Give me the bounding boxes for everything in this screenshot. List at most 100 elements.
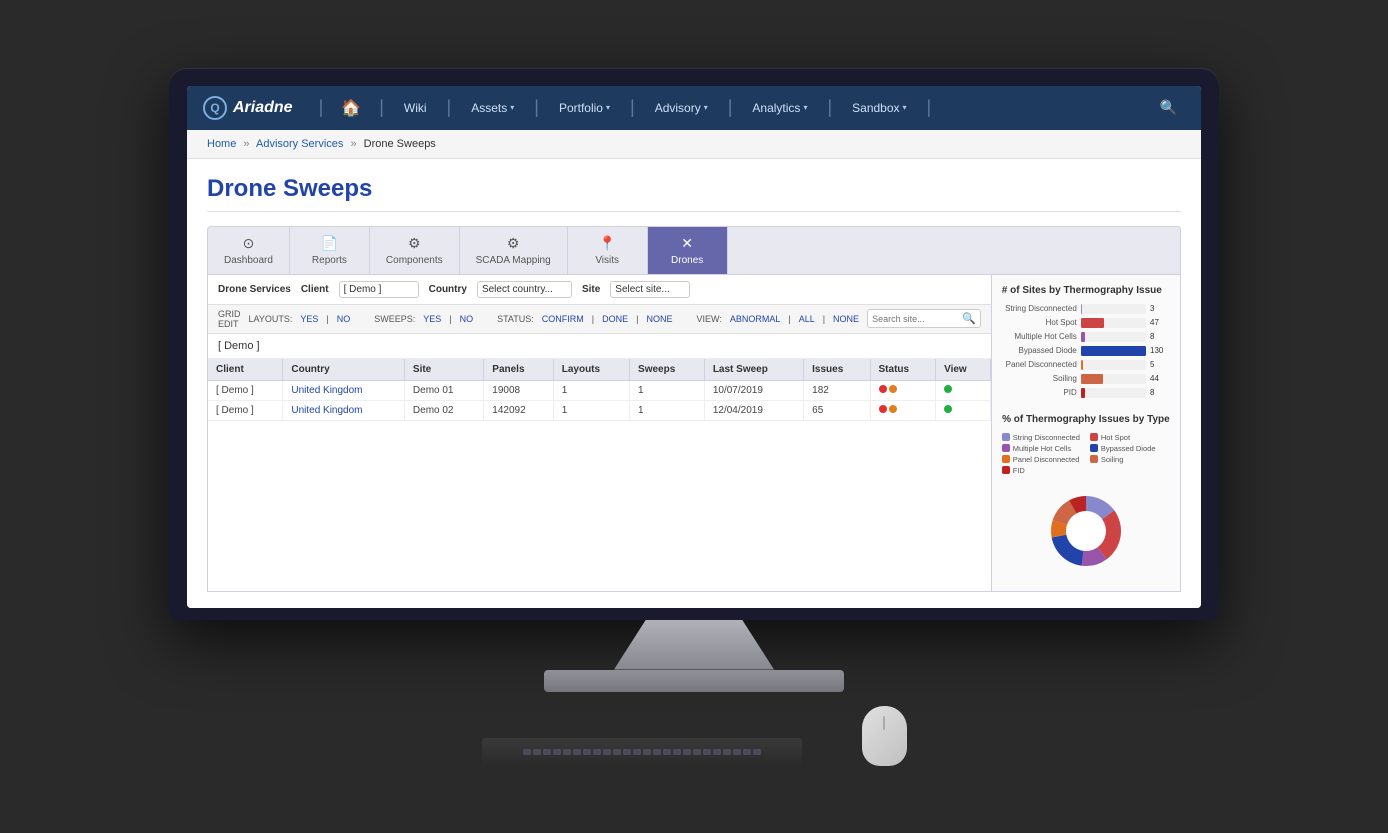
nav-item-analytics[interactable]: Analytics ▾: [742, 86, 817, 130]
layouts-sep: |: [326, 314, 328, 324]
tab-reports[interactable]: 📄 Reports: [290, 227, 370, 274]
nav-assets-label: Assets: [471, 101, 507, 115]
bar-row: Panel Disconnected 5: [1002, 360, 1170, 370]
th-sweeps: Sweeps: [630, 359, 705, 381]
tab-visits[interactable]: 📍 Visits: [568, 227, 648, 274]
bar-fill: [1081, 332, 1085, 342]
mouse: [862, 706, 907, 766]
search-icon[interactable]: 🔍: [1152, 99, 1185, 116]
cell-status: [870, 400, 936, 420]
view-dot: [944, 405, 952, 413]
bar-label: PID: [1002, 388, 1077, 397]
bar-value: 130: [1150, 346, 1170, 355]
status-none-link[interactable]: NONE: [646, 314, 672, 324]
tab-dashboard-label: Dashboard: [224, 255, 273, 266]
sweeps-label: SWEEPS:: [374, 314, 415, 324]
tab-components[interactable]: ⚙ Components: [370, 227, 460, 274]
search-button[interactable]: 🔍: [962, 312, 976, 325]
legend-label: Soiling: [1101, 455, 1124, 464]
legend-item: Soiling: [1090, 455, 1170, 464]
nav-item-sandbox[interactable]: Sandbox ▾: [842, 86, 916, 130]
legend-item: Panel Disconnected: [1002, 455, 1082, 464]
tab-dashboard[interactable]: ⊙ Dashboard: [208, 227, 290, 274]
cell-view: [936, 400, 991, 420]
nav-analytics-label: Analytics: [752, 101, 800, 115]
donut-legend: String Disconnected Hot Spot Multiple Ho…: [1002, 433, 1170, 475]
nav-item-advisory[interactable]: Advisory ▾: [645, 86, 718, 130]
logo-text: Ariadne: [233, 99, 293, 117]
breadcrumb-advisory[interactable]: Advisory Services: [256, 138, 343, 150]
view-abnormal-link[interactable]: ABNORMAL: [730, 314, 781, 324]
th-country: Country: [283, 359, 405, 381]
donut-center: [1068, 513, 1104, 549]
client-label: Client: [301, 284, 329, 295]
bar-track: [1081, 374, 1146, 384]
cell-issues: 65: [804, 400, 870, 420]
nav-bar: Ariadne | 🏠 | Wiki | Assets ▾ | Portfoli…: [187, 86, 1201, 130]
status-sep1: |: [592, 314, 594, 324]
sweeps-sep: |: [449, 314, 451, 324]
sweeps-no-link[interactable]: NO: [460, 314, 474, 324]
demo-label: [ Demo ]: [208, 334, 991, 359]
cell-issues: 182: [804, 380, 870, 400]
monitor-stand: [614, 620, 774, 670]
analytics-dropdown-arrow: ▾: [803, 103, 807, 112]
advisory-dropdown-arrow: ▾: [704, 103, 708, 112]
nav-item-wiki[interactable]: Wiki: [394, 86, 437, 130]
table-row[interactable]: [ Demo ] United Kingdom Demo 02 142092 1…: [208, 400, 990, 420]
status-done-link[interactable]: DONE: [602, 314, 628, 324]
layouts-yes-link[interactable]: YES: [300, 314, 318, 324]
view-none-link[interactable]: NONE: [833, 314, 859, 324]
logo-icon: [203, 96, 227, 120]
bar-row: Soiling 44: [1002, 374, 1170, 384]
cell-client: [ Demo ]: [208, 400, 283, 420]
components-icon: ⚙: [408, 235, 421, 252]
tab-scada[interactable]: ⚙ SCADA Mapping: [460, 227, 568, 274]
scada-icon: ⚙: [507, 235, 520, 252]
client-select[interactable]: [ Demo ]: [339, 281, 419, 298]
page-title: Drone Sweeps: [207, 175, 1181, 203]
nav-item-assets[interactable]: Assets ▾: [461, 86, 524, 130]
bar-fill: [1081, 304, 1083, 314]
bar-track: [1081, 346, 1146, 356]
assets-dropdown-arrow: ▾: [510, 103, 514, 112]
search-input[interactable]: [872, 314, 962, 324]
bar-row: PID 8: [1002, 388, 1170, 398]
breadcrumb-home[interactable]: Home: [207, 138, 236, 150]
monitor-base: [544, 670, 844, 692]
legend-label: FID: [1013, 466, 1025, 475]
nav-wiki-label: Wiki: [404, 101, 427, 115]
th-site: Site: [404, 359, 483, 381]
nav-portfolio-label: Portfolio: [559, 101, 603, 115]
sweeps-yes-link[interactable]: YES: [423, 314, 441, 324]
th-layouts: Layouts: [553, 359, 629, 381]
site-select[interactable]: Select site...: [610, 281, 690, 298]
status-confirm-link[interactable]: CONFIRM: [542, 314, 584, 324]
tab-components-label: Components: [386, 255, 443, 266]
country-select[interactable]: Select country...: [477, 281, 572, 298]
cell-status: [870, 380, 936, 400]
home-icon[interactable]: 🏠: [333, 98, 369, 118]
donut-chart: % of Thermography Issues by Type String …: [1002, 414, 1170, 581]
bar-value: 8: [1150, 332, 1170, 341]
bar-row: Hot Spot 47: [1002, 318, 1170, 328]
tab-drones[interactable]: ✕ Drones: [648, 227, 728, 274]
th-panels: Panels: [484, 359, 553, 381]
bar-value: 47: [1150, 318, 1170, 327]
search-box: 🔍: [867, 309, 981, 328]
donut-chart-title: % of Thermography Issues by Type: [1002, 414, 1170, 425]
legend-dot: [1090, 455, 1098, 463]
bar-row: String Disconnected 3: [1002, 304, 1170, 314]
sub-filter-bar: GRID EDIT LAYOUTS: YES | NO SWEEPS: YES …: [208, 305, 991, 334]
legend-item: String Disconnected: [1002, 433, 1082, 442]
nav-divider-7: |: [827, 97, 832, 118]
breadcrumb-current: Drone Sweeps: [364, 138, 436, 150]
nav-logo[interactable]: Ariadne: [203, 96, 293, 120]
nav-item-portfolio[interactable]: Portfolio ▾: [549, 86, 620, 130]
view-all-link[interactable]: ALL: [799, 314, 815, 324]
nav-advisory-label: Advisory: [655, 101, 701, 115]
bar-label: Hot Spot: [1002, 318, 1077, 327]
layouts-no-link[interactable]: NO: [337, 314, 351, 324]
table-row[interactable]: [ Demo ] United Kingdom Demo 01 19008 1 …: [208, 380, 990, 400]
cell-country: United Kingdom: [283, 400, 405, 420]
